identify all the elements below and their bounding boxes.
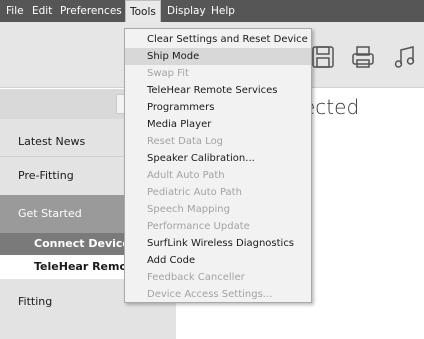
- menu-item-clear-settings[interactable]: Clear Settings and Reset Device: [125, 31, 311, 48]
- music-icon[interactable]: [392, 44, 418, 70]
- menu-tools[interactable]: Tools: [125, 0, 161, 23]
- menu-item-adult-auto-path: Adult Auto Path: [147, 170, 225, 181]
- menu-item-device-access-settings: Device Access Settings...: [147, 289, 273, 300]
- menu-item-surflink-diagnostics[interactable]: SurfLink Wireless Diagnostics: [125, 235, 311, 252]
- menu-display[interactable]: Display: [163, 0, 210, 22]
- menu-item-swap-fit: Swap Fit: [147, 68, 189, 79]
- menu-item-reset-data-log: Reset Data Log: [147, 136, 224, 147]
- menu-item-speech-mapping: Speech Mapping: [147, 204, 230, 215]
- tools-dropdown-menu: Clear Settings and Reset Device Ship Mod…: [124, 28, 312, 303]
- menu-item-telehear-remote-services[interactable]: TeleHear Remote Services: [125, 82, 311, 99]
- menu-item-programmers[interactable]: Programmers: [125, 99, 311, 116]
- menu-edit[interactable]: Edit: [28, 0, 56, 22]
- menu-help[interactable]: Help: [207, 0, 239, 22]
- menu-bar: File Edit Preferences Tools Display Help: [0, 0, 424, 23]
- menu-item-ship-mode[interactable]: Ship Mode: [125, 48, 311, 65]
- menu-item-add-code[interactable]: Add Code: [125, 252, 311, 269]
- menu-item-pediatric-auto-path: Pediatric Auto Path: [147, 187, 242, 198]
- menu-item-speaker-calibration[interactable]: Speaker Calibration...: [125, 150, 311, 167]
- menu-item-media-player[interactable]: Media Player: [125, 116, 311, 133]
- menu-item-feedback-canceller: Feedback Canceller: [147, 272, 245, 283]
- save-icon[interactable]: [310, 44, 336, 70]
- print-icon[interactable]: [350, 44, 376, 70]
- menu-file[interactable]: File: [2, 0, 28, 22]
- menu-item-performance-update: Performance Update: [147, 221, 250, 232]
- menu-preferences[interactable]: Preferences: [56, 0, 126, 22]
